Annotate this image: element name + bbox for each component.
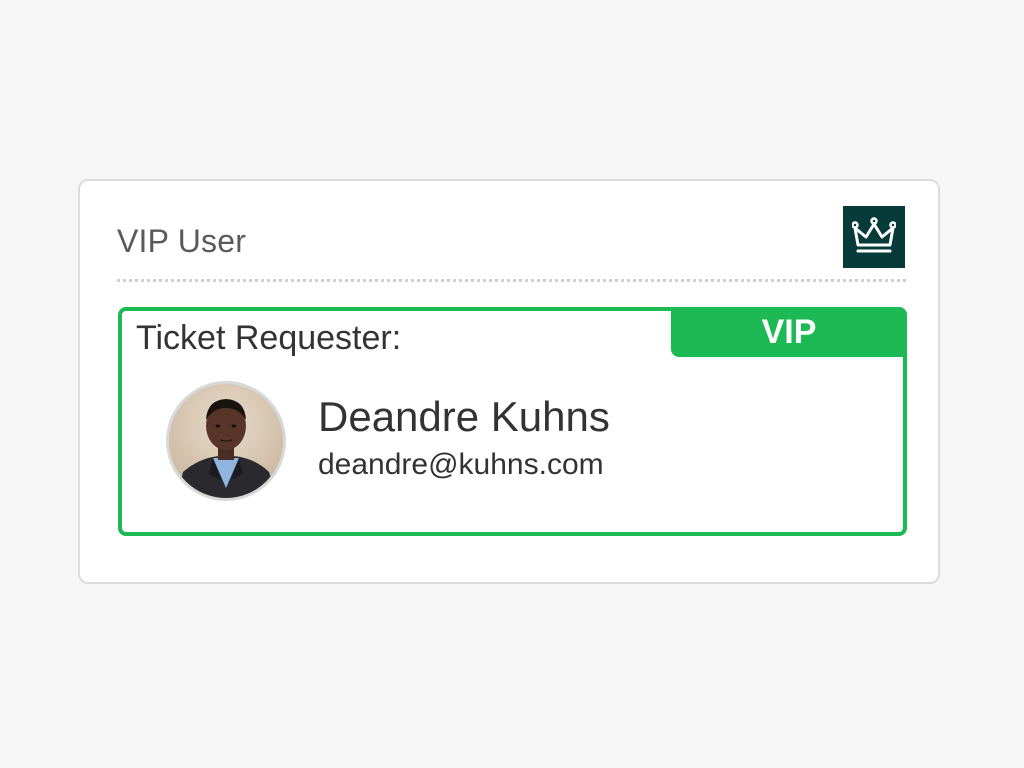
vip-badge: VIP <box>671 307 907 357</box>
ticket-requester-panel: Ticket Requester: VIP Deandre Kuhns dean… <box>118 307 907 536</box>
card-title: VIP User <box>117 223 247 259</box>
avatar <box>166 381 286 501</box>
user-photo <box>169 384 283 498</box>
dotted-divider <box>117 279 906 282</box>
requester-name: Deandre Kuhns <box>318 393 610 440</box>
crown-icon <box>852 217 896 253</box>
requester-label: Ticket Requester: <box>136 319 402 357</box>
vip-crown-button[interactable] <box>843 206 905 268</box>
vip-user-card: VIP User Ticket Requester: VIP Deandre K… <box>78 179 940 584</box>
requester-email[interactable]: deandre@kuhns.com <box>318 448 604 482</box>
